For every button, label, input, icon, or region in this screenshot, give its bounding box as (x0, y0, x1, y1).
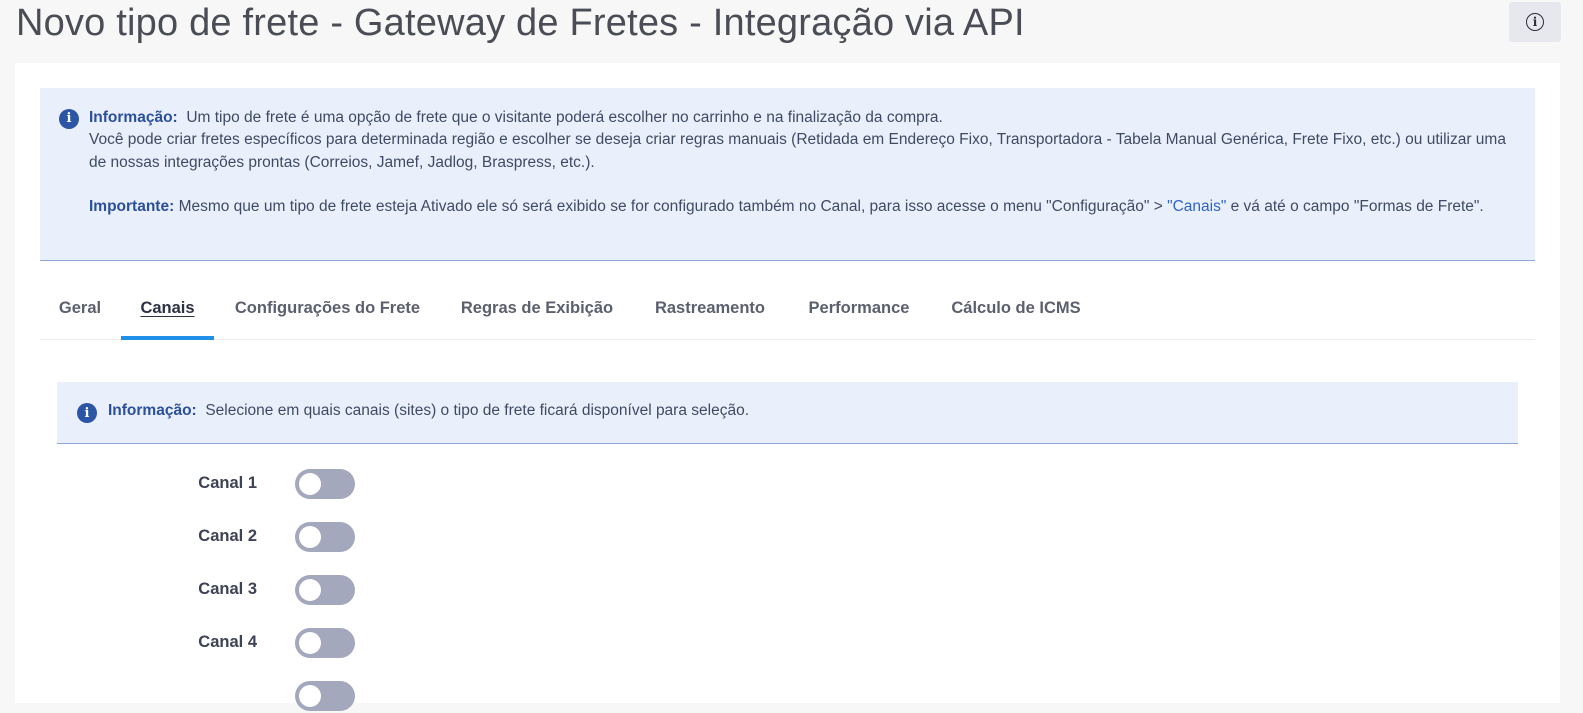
alert-label: Informação: (108, 402, 197, 419)
main-card: i Informação: Um tipo de frete é uma opç… (15, 63, 1560, 711)
tab-rastreamento[interactable]: Rastreamento (633, 277, 787, 339)
info-alert: i Informação: Um tipo de frete é uma opç… (40, 88, 1535, 261)
tab-canais[interactable]: Canais (121, 277, 214, 340)
channel-label: Canal 1 (198, 474, 257, 492)
channel-row: Canal 2 (15, 522, 415, 554)
tab-performance[interactable]: Performance (787, 277, 931, 339)
alert-label: Informação: (89, 109, 178, 126)
channel-row: Canal 4 (15, 628, 415, 660)
channel-label: Canal 2 (198, 527, 257, 545)
channel-toggle[interactable] (295, 522, 355, 552)
channel-toggle[interactable] (295, 681, 355, 711)
important-label: Importante: (89, 197, 175, 215)
important-text-end: e vá até o campo "Formas de Frete". (1226, 197, 1484, 215)
toggle-knob (299, 685, 321, 707)
channel-row-partial (15, 681, 415, 713)
channel-toggle[interactable] (295, 575, 355, 605)
alert-text-1: Um tipo de frete é uma opção de frete qu… (186, 109, 943, 126)
channels-info-alert: i Informação: Selecione em quais canais … (57, 382, 1518, 444)
tab-geral[interactable]: Geral (40, 277, 120, 339)
toggle-knob (299, 473, 321, 495)
help-info-button[interactable]: i (1509, 2, 1561, 42)
tab-bar: Geral Canais Configurações do Frete Regr… (40, 277, 1535, 340)
channel-toggle[interactable] (295, 628, 355, 658)
info-icon: i (59, 109, 79, 129)
channel-toggle[interactable] (295, 469, 355, 499)
channel-row: Canal 3 (15, 575, 415, 607)
alert-line-1: Informação: Um tipo de frete é uma opção… (89, 107, 1515, 129)
alert-text-2: Você pode criar fretes específicos para … (89, 131, 1506, 171)
tab-configuracoes-do-frete[interactable]: Configurações do Frete (214, 277, 441, 339)
page-title: Novo tipo de frete - Gateway de Fretes -… (16, 2, 1025, 44)
toggle-knob (299, 579, 321, 601)
canais-link[interactable]: "Canais" (1167, 198, 1226, 215)
tab-calculo-de-icms[interactable]: Cálculo de ICMS (931, 277, 1101, 339)
channel-label: Canal 3 (198, 580, 257, 598)
toggle-knob (299, 632, 321, 654)
info-icon: i (77, 403, 97, 423)
channel-label: Canal 4 (198, 633, 257, 651)
tab-regras-de-exibicao[interactable]: Regras de Exibição (441, 277, 633, 339)
alert-important: Importante: Mesmo que um tipo de frete e… (89, 196, 1515, 218)
info-icon: i (1526, 13, 1544, 31)
alert-text: Selecione em quais canais (sites) o tipo… (205, 402, 750, 419)
important-text: Mesmo que um tipo de frete esteja Ativad… (178, 197, 1168, 215)
page-header: Novo tipo de frete - Gateway de Fretes -… (0, 0, 1583, 52)
channel-row: Canal 1 (15, 469, 415, 501)
toggle-knob (299, 526, 321, 548)
